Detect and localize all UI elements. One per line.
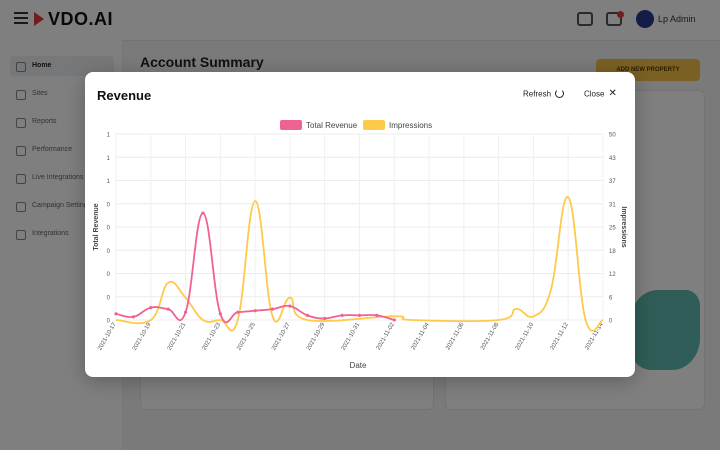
- left-tick-label: 0: [107, 272, 111, 278]
- x-tick-label: 2021-10-31: [341, 321, 362, 351]
- x-tick-label: 2021-10-21: [167, 321, 188, 351]
- right-tick-label: 31: [609, 202, 616, 208]
- refresh-label: Refresh: [523, 89, 552, 99]
- data-point-total-revenue[interactable]: [236, 310, 240, 314]
- x-axis: 2021-10-17 2021-10-19 2021-10-21 2021-10-23…: [97, 321, 605, 351]
- x-tick-label: 2021-10-23: [202, 321, 223, 351]
- modal-title: Revenue: [97, 88, 152, 103]
- legend-label-impressions: Impressions: [389, 121, 432, 130]
- left-tick-label: 1: [107, 133, 111, 139]
- x-tick-label: 2021-10-17: [97, 321, 118, 351]
- legend-label-total-revenue: Total Revenue: [306, 121, 358, 130]
- left-tick-label: 0: [107, 249, 111, 255]
- right-tick-label: 50: [609, 133, 616, 139]
- left-tick-label: 0: [107, 295, 111, 301]
- x-tick-label: 2021-11-06: [445, 321, 466, 351]
- right-axis-title: Impressions: [620, 206, 627, 247]
- data-point-total-revenue[interactable]: [305, 313, 309, 317]
- data-point-total-revenue[interactable]: [357, 313, 362, 317]
- close-icon: ✕: [608, 88, 617, 99]
- data-point-total-revenue[interactable]: [201, 211, 205, 215]
- refresh-icon: [555, 89, 565, 99]
- data-point-total-revenue[interactable]: [149, 306, 153, 310]
- legend-swatch-impressions: [363, 120, 385, 130]
- data-point-total-revenue[interactable]: [323, 316, 327, 321]
- chart-legend: Total Revenue Impressions: [280, 120, 432, 130]
- data-point-total-revenue[interactable]: [131, 315, 135, 319]
- x-tick-label: 2021-11-02: [376, 321, 397, 351]
- legend-swatch-total-revenue: [280, 120, 302, 130]
- x-tick-label: 2021-11-10: [515, 321, 536, 351]
- left-tick-label: 1: [107, 179, 111, 185]
- left-tick-label: 0: [107, 202, 111, 208]
- chart-series: [114, 196, 604, 332]
- x-tick-label: 2021-10-25: [236, 321, 257, 351]
- data-point-total-revenue[interactable]: [183, 310, 188, 314]
- data-point-total-revenue[interactable]: [392, 318, 396, 322]
- refresh-button[interactable]: Refresh: [523, 89, 565, 103]
- x-tick-label: 2021-10-29: [306, 321, 327, 351]
- right-tick-label: 25: [609, 226, 616, 232]
- data-point-total-revenue[interactable]: [253, 309, 257, 313]
- left-axis-title: Total Revenue: [93, 203, 100, 250]
- close-button[interactable]: Close ✕: [584, 89, 617, 103]
- left-tick-label: 0: [107, 226, 111, 232]
- right-tick-label: 0: [609, 319, 613, 325]
- data-point-total-revenue[interactable]: [340, 313, 344, 317]
- revenue-chart: Total Revenue Impressions 1 1 1 0 0 0 0 0 0 50 43…: [93, 120, 627, 370]
- x-tick-label: 2021-10-19: [132, 321, 153, 351]
- data-point-total-revenue[interactable]: [218, 312, 222, 316]
- data-point-total-revenue[interactable]: [114, 312, 118, 316]
- x-tick-label: 2021-10-27: [271, 321, 292, 351]
- revenue-modal: Revenue Refresh Close ✕ Total Revenue Imp…: [85, 72, 635, 377]
- left-tick-label: 0: [107, 319, 111, 325]
- x-tick-label: 2021-11-04: [410, 321, 431, 351]
- right-tick-label: 43: [609, 156, 616, 162]
- right-axis: 50 43 37 31 25 18 12 6 0: [609, 133, 616, 325]
- right-tick-label: 37: [609, 179, 616, 185]
- right-tick-label: 18: [609, 249, 616, 255]
- left-tick-label: 1: [107, 156, 111, 162]
- left-axis: 1 1 1 0 0 0 0 0 0: [107, 133, 111, 325]
- data-point-total-revenue[interactable]: [166, 307, 170, 311]
- data-point-total-revenue[interactable]: [375, 313, 379, 317]
- close-label: Close: [584, 89, 605, 99]
- x-axis-title: Date: [350, 361, 367, 370]
- right-tick-label: 12: [609, 272, 616, 278]
- data-point-total-revenue[interactable]: [288, 304, 292, 308]
- data-point-total-revenue[interactable]: [270, 307, 275, 311]
- x-tick-label: 2021-11-12: [550, 321, 571, 351]
- right-tick-label: 6: [609, 295, 613, 301]
- x-tick-label: 2021-11-08: [480, 321, 501, 351]
